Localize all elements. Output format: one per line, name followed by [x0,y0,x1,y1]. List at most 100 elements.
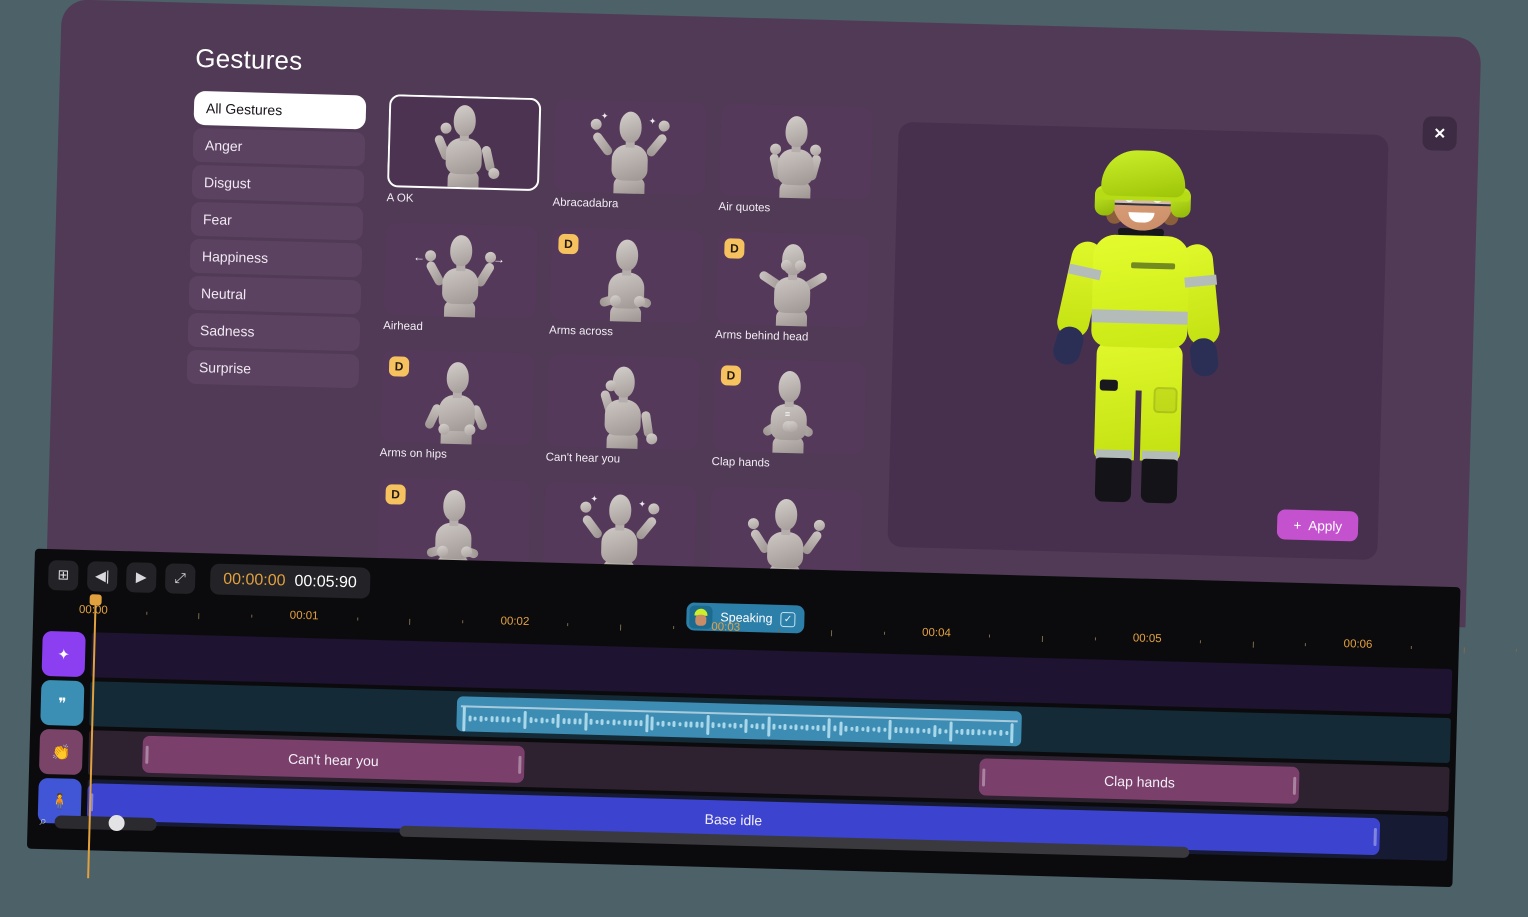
clip-handle-left[interactable] [982,767,986,786]
playhead-knob[interactable] [89,594,102,606]
gesture-card[interactable]: D Arms behind head [715,230,870,350]
avatar-chest-logo [1131,262,1176,270]
speech-bubble-icon[interactable]: ❞ [40,679,85,727]
skip-to-start-button[interactable]: ◀| [86,560,118,592]
clip-handle-right[interactable] [517,755,522,774]
gesture-thumbnail[interactable] [718,103,874,201]
expand-button[interactable]: ⤢ [164,562,196,594]
waveform-bar [506,716,511,723]
mannequin-figure [747,113,845,201]
waveform-bar [523,711,527,729]
ruler-tick-minor [989,634,991,638]
gesture-card[interactable]: D Arms across [549,226,704,345]
category-item-fear[interactable]: Fear [190,201,364,241]
waveform-bar [490,715,494,723]
ruler-tick-label: 00:03 [711,621,741,634]
dynamic-badge-icon: D [558,233,579,254]
gesture-card[interactable]: D ≡ Clap hands [711,358,867,477]
gesture-card[interactable]: D Arms on hips [379,349,535,468]
app-shell: Gestures ✕ All Gestures Anger Disgust Fear H… [18,0,1518,907]
waveform-bar [705,715,710,735]
clip-handle-right[interactable] [1293,776,1297,795]
ruler-tick-minor [462,620,464,624]
gesture-label: Air quotes [718,201,771,215]
ruler-tick-minor [567,623,569,627]
gesture-label: Can't hear you [545,451,621,466]
waveform-bar [888,719,893,741]
zoom-slider[interactable] [54,814,158,831]
ruler-tick-minor [883,631,885,635]
waveform-bar [894,727,898,733]
mannequin-figure [574,363,672,451]
gesture-thumbnail[interactable]: D [380,349,535,447]
waveform-bar [811,725,815,730]
gesture-thumbnail[interactable] [545,353,701,451]
waveform-bar [761,723,765,730]
audio-waveform-clip[interactable] [456,696,1023,747]
category-item-anger[interactable]: Anger [192,127,366,167]
gesture-grid: A OK ✦ ✦ Abracadabra Air quotes ← → Airhead D Arm… [376,94,889,592]
timeline-clip-label: Base idle [704,810,763,828]
gesture-thumbnail[interactable]: D ≡ [711,358,867,456]
category-item-surprise[interactable]: Surprise [186,349,360,389]
gesture-thumbnail[interactable]: ✦ ✦ [552,98,708,196]
timeline-clip[interactable]: Can't hear you [142,735,525,783]
waveform-bar [932,725,937,737]
mannequin-figure [408,359,506,447]
waveform-bar [977,729,981,736]
waveform-bar [656,721,660,726]
waveform-bar [783,723,787,731]
mannequin-arm-right [644,132,669,159]
clip-handle-left[interactable] [145,745,150,764]
category-item-label: Happiness [201,248,269,266]
category-item-all-gestures[interactable]: All Gestures [193,90,367,130]
avatar-boot-left [1094,457,1132,503]
gesture-thumbnail[interactable]: D [715,230,870,328]
timecode-display[interactable]: 00:00:00 00:05:90 [209,563,371,599]
ruler-tick-minor [1516,648,1518,652]
ruler-tick-minor [1094,637,1096,641]
avatar-preview-panel[interactable]: + Apply [887,121,1389,561]
waveform-bar [827,718,832,739]
clip-handle-right[interactable] [1373,827,1377,846]
play-button[interactable]: ▶ [125,561,157,593]
mannequin-hand-left [747,517,760,529]
category-item-happiness[interactable]: Happiness [189,238,363,278]
clap-hands-icon[interactable]: 👏 [38,728,84,776]
gesture-card[interactable]: Can't hear you [545,353,701,473]
mannequin-arm-right [634,514,659,541]
waveform-bar [849,726,854,732]
page-title: Gestures [194,42,303,76]
timeline-clip[interactable]: Clap hands [979,758,1300,804]
gesture-card[interactable]: Air quotes [718,103,874,222]
mannequin-hand-right [813,519,826,531]
mannequin-head [449,234,473,266]
close-icon[interactable]: ✕ [1422,116,1458,151]
category-item-disgust[interactable]: Disgust [191,164,365,204]
zoom-slider-handle[interactable] [108,814,126,831]
gesture-card[interactable]: A OK [386,94,542,213]
category-item-sadness[interactable]: Sadness [187,312,361,352]
gesture-thumbnail[interactable]: D [549,226,704,324]
gesture-label: Arms across [548,324,614,338]
category-item-label: Disgust [203,174,251,192]
waveform-bar [556,714,560,728]
mannequin-torso [611,144,649,182]
apply-button[interactable]: + Apply [1277,509,1359,542]
gesture-card[interactable]: ← → Airhead [383,221,538,341]
ruler-tick-minor [672,625,675,630]
category-item-neutral[interactable]: Neutral [188,275,362,315]
mannequin-figure: ≡ [740,368,838,456]
waveform-bar [528,716,533,724]
gesture-thumbnail[interactable] [386,94,542,192]
gesture-thumbnail[interactable]: ← → [383,221,538,319]
waveform-bar [611,718,616,726]
sparkle-icon[interactable]: ✦ [41,630,86,678]
waveform-bar [899,727,903,734]
ruler-tick-minor [1199,640,1201,644]
gesture-card[interactable]: ✦ ✦ Abracadabra [552,98,708,218]
waveform-bar [678,722,682,727]
add-clip-button[interactable]: ⊞ [47,559,79,591]
waveform-bar [683,721,688,728]
gesture-label: Arms on hips [379,446,447,461]
